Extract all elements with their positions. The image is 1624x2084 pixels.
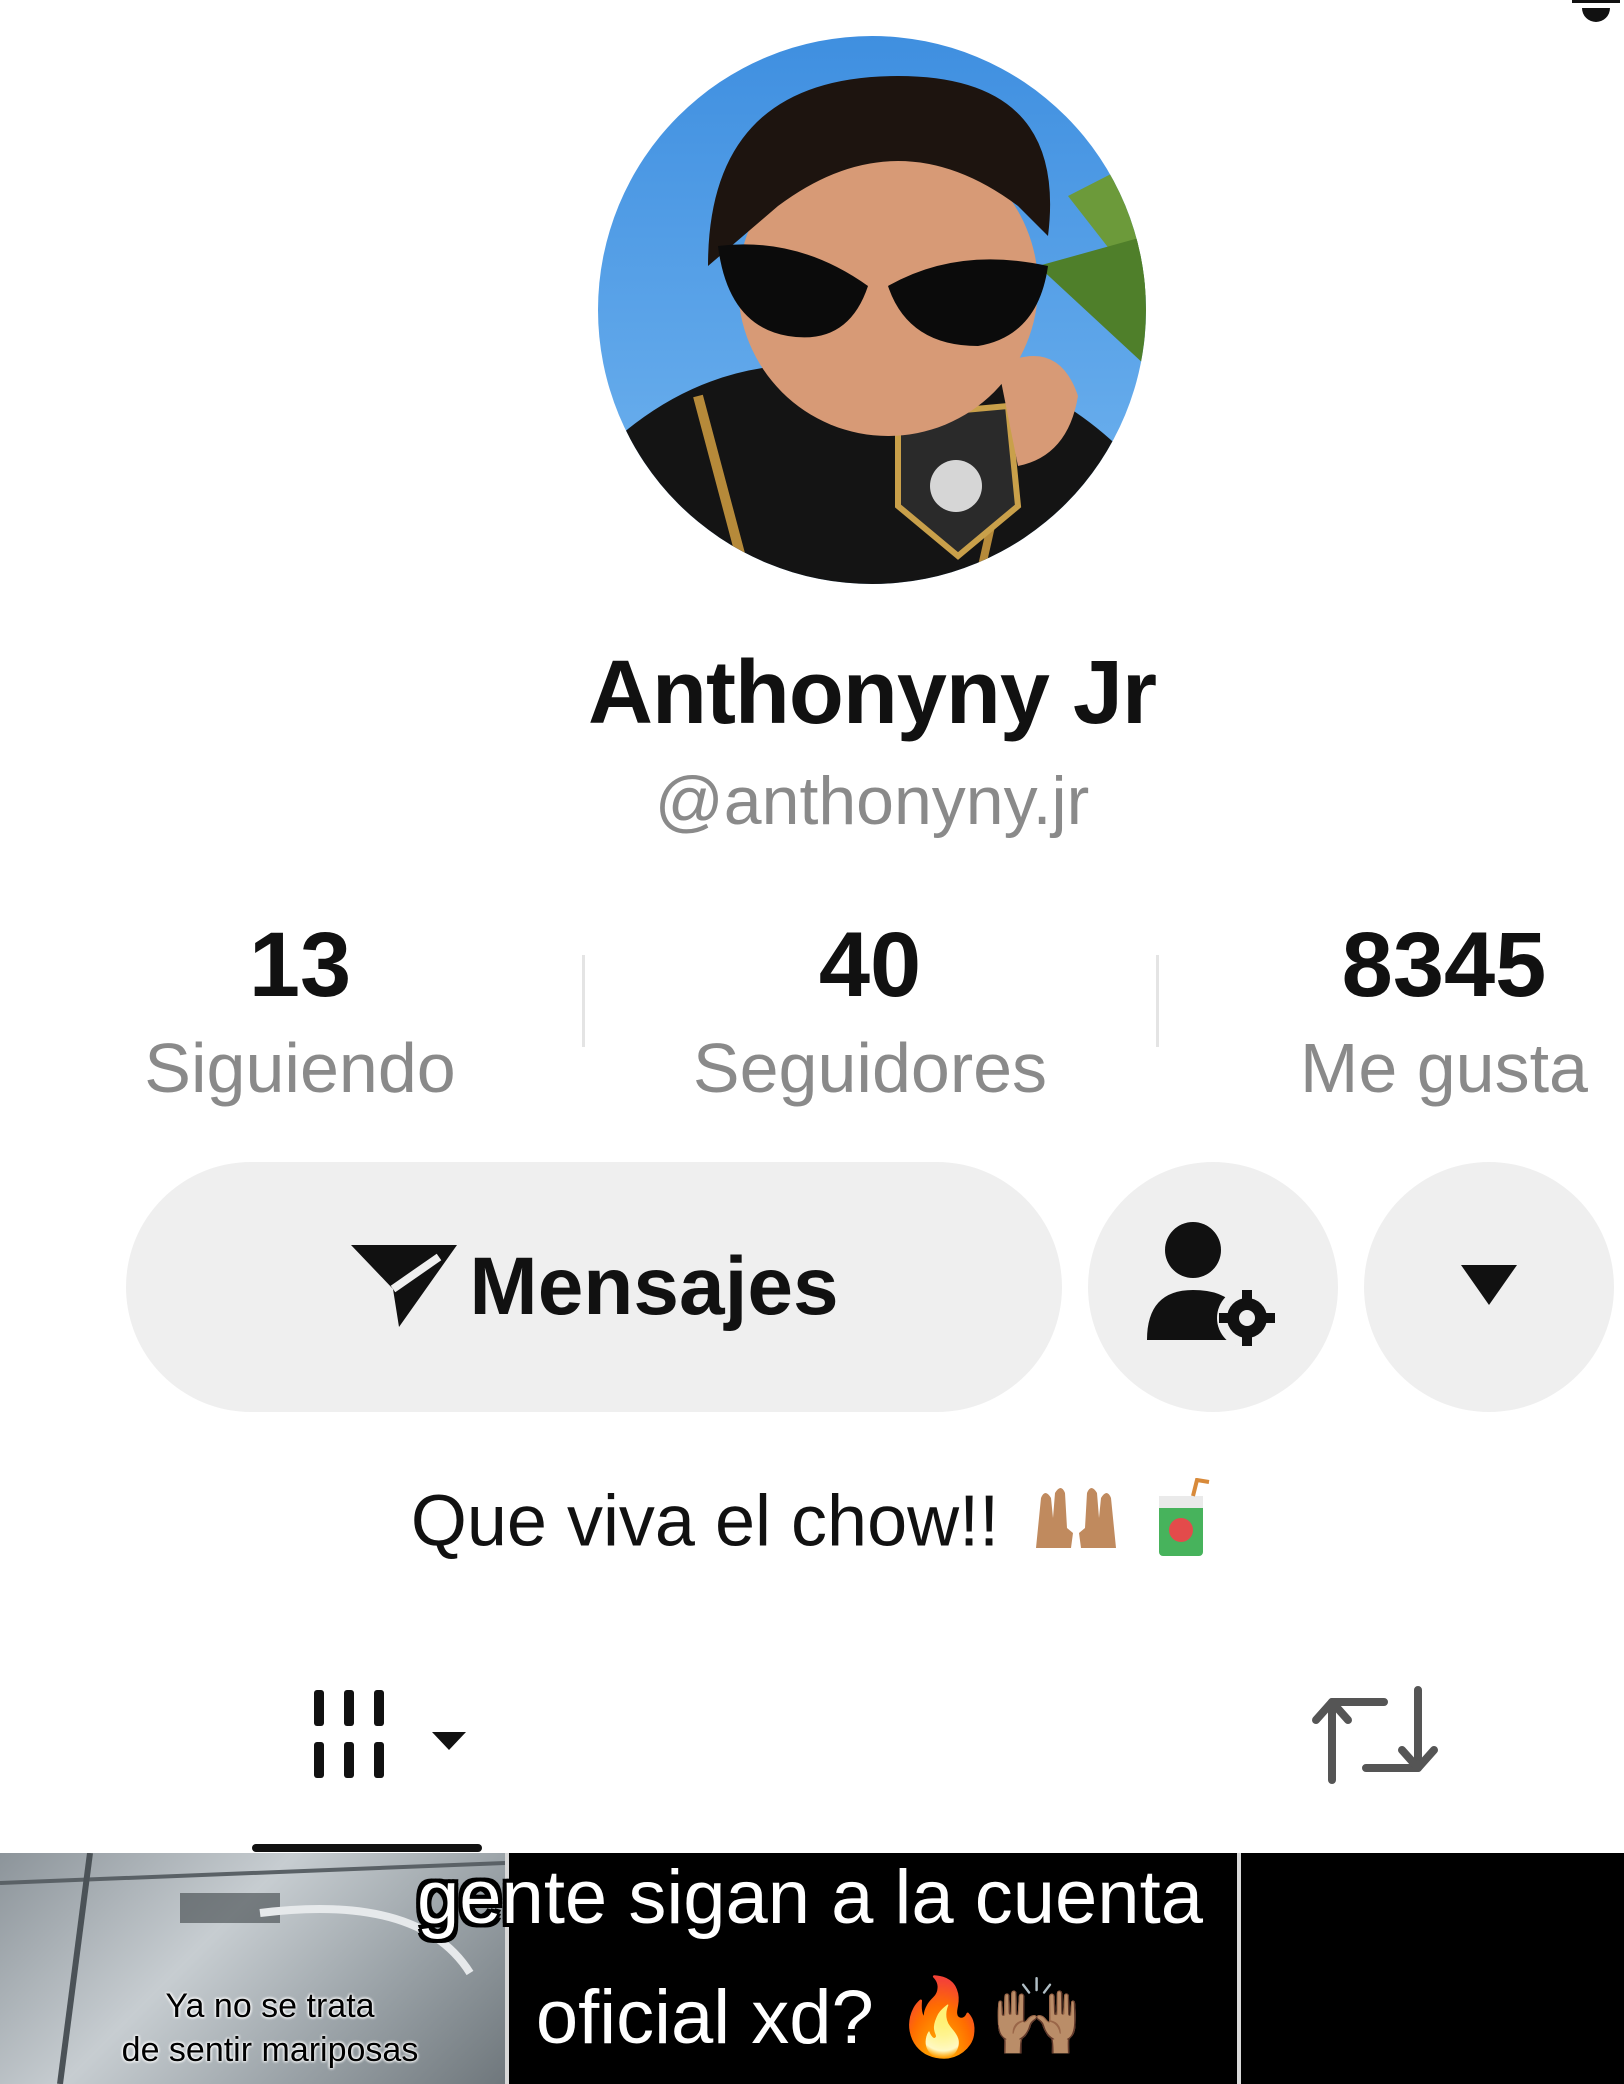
- profile-avatar[interactable]: [598, 36, 1146, 584]
- add-friend-settings-button[interactable]: [1088, 1162, 1338, 1412]
- status-bar-mark: [1572, 0, 1620, 26]
- juice-box-icon: [1153, 1477, 1213, 1575]
- stat-divider: [1156, 955, 1159, 1047]
- overlay-caption-line-1: gente sigan a la cuenta: [417, 1855, 1203, 1940]
- person-gear-icon: [1143, 1220, 1283, 1355]
- profile-actions: Mensajes: [0, 1162, 1624, 1412]
- overlay-caption-line-2: oficial xd? 🔥🙌🏽: [535, 1975, 1085, 2060]
- stat-following-label: Siguiendo: [144, 1029, 456, 1107]
- more-options-button[interactable]: [1364, 1162, 1614, 1412]
- stat-likes-value: 8345: [1341, 914, 1547, 1016]
- stat-followers[interactable]: 40 Seguidores: [670, 910, 1070, 1116]
- profile-bio-text: Que viva el chow!!: [410, 1481, 1000, 1562]
- video-overlay-caption: gente sigan a la cuenta oficial xd? 🔥🙌🏽: [330, 1838, 1290, 2078]
- tab-reposts[interactable]: [1310, 1680, 1440, 1800]
- profile-display-name: Anthonyny Jr: [587, 643, 1157, 743]
- stat-divider: [582, 955, 585, 1047]
- stat-followers-value: 40: [818, 914, 922, 1016]
- stat-likes[interactable]: 8345 Me gusta: [1244, 910, 1624, 1116]
- messages-button-label: Mensajes: [469, 1241, 839, 1332]
- send-icon: [349, 1237, 459, 1338]
- stat-likes-label: Me gusta: [1300, 1029, 1588, 1107]
- caret-down-icon: [1459, 1263, 1519, 1312]
- tab-videos[interactable]: [300, 1680, 480, 1800]
- profile-stats: 13 Siguiendo 40 Seguidores 8345 Me gusta: [0, 910, 1624, 1110]
- stat-followers-label: Seguidores: [692, 1029, 1048, 1107]
- stat-following-value: 13: [248, 914, 352, 1016]
- stat-following[interactable]: 13 Siguiendo: [100, 910, 500, 1116]
- messages-button[interactable]: Mensajes: [126, 1162, 1062, 1412]
- profile-username: @anthonyny.jr: [654, 763, 1090, 839]
- repost-icon: [1310, 1686, 1440, 1794]
- profile-bio: Que viva el chow!!: [0, 1477, 1624, 1575]
- grid-icon: [300, 1690, 480, 1794]
- raising-hands-icon: [1031, 1483, 1121, 1570]
